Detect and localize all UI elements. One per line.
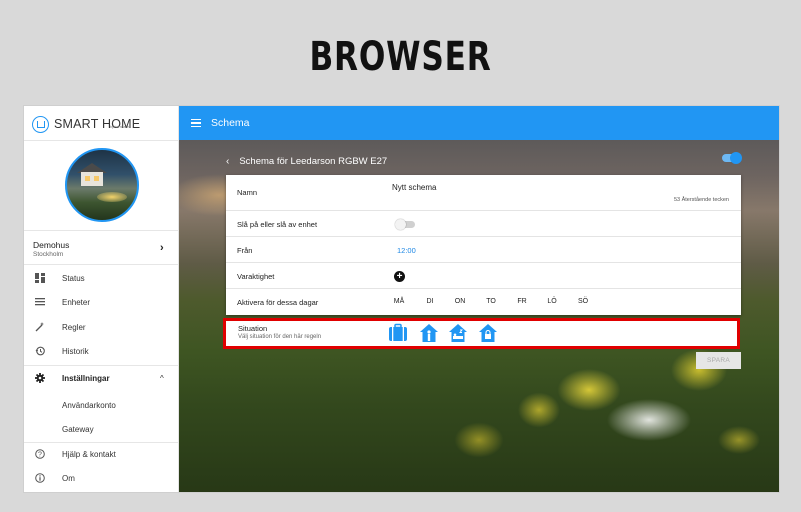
back-icon[interactable]: ‹ [226,156,229,167]
main-content: Schema ‹ Schema för Leedarson RGBW E27 N… [179,106,779,492]
chars-remaining: 53 Återstående tecken [673,197,729,203]
chevron-up-icon: ^ [160,373,164,383]
save-button[interactable]: SPARA [696,352,741,369]
history-icon [35,346,45,356]
name-input[interactable]: Nytt schema [392,183,436,192]
sidebar: SMART HOME by hornbach Demohus Stockholm… [24,106,179,492]
sidebar-item-gateway[interactable]: Gateway [24,419,179,439]
magic-wand-icon [35,322,45,332]
suitcase-icon[interactable] [388,323,408,343]
overlay-title: BROWSER [309,34,492,80]
situation-title: Situation [238,324,268,333]
divider [24,230,179,231]
brand-logo[interactable]: SMART HOME [32,114,140,134]
day-thu[interactable]: TO [481,298,501,305]
svg-text:?: ? [38,452,42,459]
avatar-light [97,192,127,202]
list-icon [35,297,45,307]
from-label: Från [237,246,253,255]
schedule-enabled-toggle[interactable] [722,152,742,164]
home-lock-icon[interactable] [478,323,498,343]
duration-row: Varaktighet + [226,263,741,289]
sidebar-item-label: Inställningar [62,373,110,383]
sidebar-item-hjalp[interactable]: ? Hjälp & kontakt [24,444,179,464]
avatar-window [94,176,99,181]
divider [24,365,179,366]
sidebar-item-anvandarkonto[interactable]: Användarkonto [24,395,179,415]
menu-icon[interactable] [191,119,201,127]
day-mon[interactable]: MÅ [389,298,409,305]
day-sat[interactable]: LÖ [542,298,562,305]
onoff-row: Slå på eller slå av enhet [226,211,741,237]
home-logo-icon [32,115,49,133]
divider [24,442,179,443]
sidebar-item-installningar[interactable]: Inställningar ^ [24,368,179,388]
situation-row: Situation Välj situation för den här reg… [223,318,740,349]
page-header: ‹ Schema för Leedarson RGBW E27 [226,153,387,169]
sidebar-item-label: Om [62,473,75,483]
sidebar-item-label: Hjälp & kontakt [62,449,116,459]
app-bar-title: Schema [211,117,250,129]
days-row: Aktivera för dessa dagar MÅ DI ON TO FR … [226,289,741,315]
name-row: Namn Nytt schema 53 Återstående tecken [226,175,741,211]
app-window: SMART HOME by hornbach Demohus Stockholm… [23,105,780,493]
avatar-window [85,176,90,181]
gear-icon [35,373,45,383]
onoff-toggle[interactable] [395,219,415,230]
help-icon: ? [35,449,45,459]
sidebar-item-label: Gateway [62,424,94,434]
chevron-right-icon: › [160,242,164,254]
home-avatar[interactable] [65,148,139,222]
home-city: Stockholm [33,251,64,258]
home-sleep-icon[interactable] [448,323,468,343]
sidebar-item-historik[interactable]: Historik [24,341,179,361]
sidebar-item-label: Regler [62,322,86,332]
sidebar-item-status[interactable]: Status [24,268,179,288]
days-label: Aktivera för dessa dagar [237,298,319,307]
divider [24,264,179,265]
add-circle-icon[interactable]: + [394,271,405,282]
page-title: Schema för Leedarson RGBW E27 [239,155,388,167]
day-fri[interactable]: FR [512,298,532,305]
app-bar: Schema [179,106,779,140]
name-label: Namn [237,188,258,197]
duration-label: Varaktighet [237,272,275,281]
schedule-form: Namn Nytt schema 53 Återstående tecken S… [226,175,741,315]
sidebar-item-label: Användarkonto [62,400,116,410]
from-row: Från 12:00 [226,237,741,263]
dashboard-icon [35,273,45,283]
brand-sub: by hornbach [110,125,130,129]
background-image: ‹ Schema för Leedarson RGBW E27 Namn Nyt… [179,140,779,492]
sidebar-item-label: Status [62,273,85,283]
sidebar-item-enheter[interactable]: Enheter [24,292,179,312]
day-wed[interactable]: ON [450,298,470,305]
sidebar-item-label: Enheter [62,297,91,307]
sidebar-item-om[interactable]: Om [24,468,179,488]
situation-subtitle: Välj situation för den här regeln [238,334,322,340]
home-person-icon[interactable] [419,323,439,343]
info-icon [35,473,45,483]
home-name: Demohus [33,240,70,250]
sidebar-item-regler[interactable]: Regler [24,317,179,337]
sidebar-item-label: Historik [62,346,89,356]
divider [24,140,179,141]
onoff-label: Slå på eller slå av enhet [237,220,318,229]
from-time[interactable]: 12:00 [397,246,416,255]
day-tue[interactable]: DI [420,298,440,305]
day-sun[interactable]: SÖ [573,298,593,305]
